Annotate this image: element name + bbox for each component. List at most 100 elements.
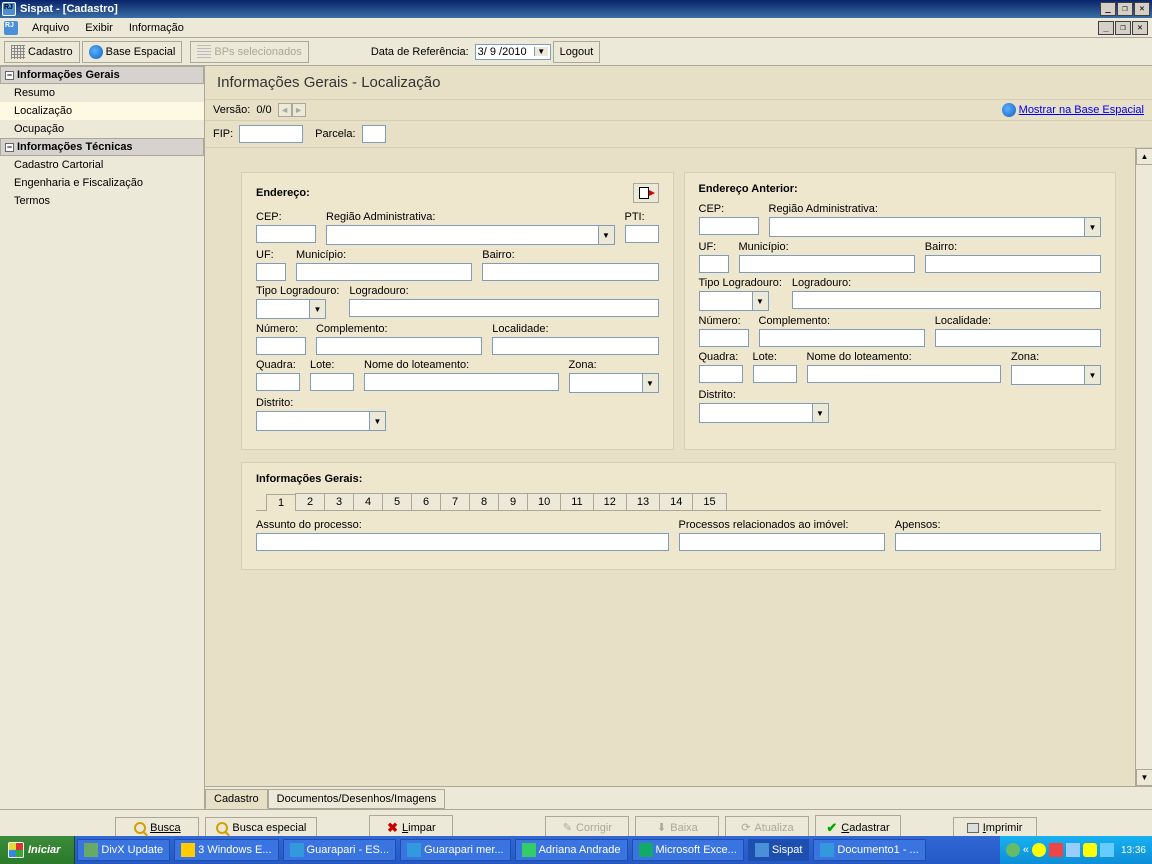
info-tab-9[interactable]: 9 <box>498 493 528 510</box>
mdi-restore-button[interactable]: ❐ <box>1115 21 1131 35</box>
distrito-ant-combo[interactable]: ▼ <box>699 403 829 423</box>
restore-button[interactable]: ❐ <box>1117 2 1133 16</box>
sidebar-group-informacoes-tecnicas[interactable]: −Informações Técnicas <box>0 138 204 156</box>
taskbar-item[interactable]: Sispat <box>748 839 810 861</box>
info-tab-8[interactable]: 8 <box>469 493 499 510</box>
sidebar-item-ocupacao[interactable]: Ocupação <box>0 120 204 138</box>
export-endereco-button[interactable] <box>633 183 659 203</box>
data-referencia-combo[interactable]: 3/ 9 /2010▼ <box>475 44 551 60</box>
tray-chat-icon[interactable] <box>1083 843 1097 857</box>
localidade-input[interactable] <box>492 337 658 355</box>
taskbar-item[interactable]: Adriana Andrade <box>515 839 628 861</box>
localidade-ant-input[interactable] <box>935 329 1101 347</box>
sidebar-item-termos[interactable]: Termos <box>0 192 204 210</box>
sidebar-item-localizacao[interactable]: Localização <box>0 102 204 120</box>
info-tab-2[interactable]: 2 <box>295 493 325 510</box>
info-tab-12[interactable]: 12 <box>593 493 627 510</box>
next-version-button[interactable]: ► <box>292 103 306 117</box>
logradouro-ant-input[interactable] <box>792 291 1101 309</box>
start-button[interactable]: Iniciar <box>0 836 75 864</box>
pti-input[interactable] <box>625 225 659 243</box>
municipio-input[interactable] <box>296 263 472 281</box>
logout-button[interactable]: Logout <box>553 41 601 63</box>
sidebar-item-cadastro-cartorial[interactable]: Cadastro Cartorial <box>0 156 204 174</box>
sidebar-item-engenharia[interactable]: Engenharia e Fiscalização <box>0 174 204 192</box>
menu-arquivo[interactable]: Arquivo <box>24 20 77 36</box>
logradouro-input[interactable] <box>349 299 658 317</box>
info-tab-15[interactable]: 15 <box>692 493 726 510</box>
tray-help-icon[interactable] <box>1006 843 1020 857</box>
info-tab-5[interactable]: 5 <box>382 493 412 510</box>
tipo-logradouro-ant-combo[interactable]: ▼ <box>699 291 769 311</box>
quadra-ant-input[interactable] <box>699 365 743 383</box>
taskbar-item[interactable]: Guarapari mer... <box>400 839 510 861</box>
tray-volume-icon[interactable] <box>1066 843 1080 857</box>
tray-network-icon[interactable] <box>1100 843 1114 857</box>
prev-version-button[interactable]: ◄ <box>278 103 292 117</box>
toolbar-bps-selecionados[interactable]: BPs selecionados <box>190 41 308 63</box>
bairro-ant-input[interactable] <box>925 255 1101 273</box>
uf-ant-input[interactable] <box>699 255 729 273</box>
menu-exibir[interactable]: Exibir <box>77 20 121 36</box>
taskbar-item[interactable]: Microsoft Exce... <box>632 839 744 861</box>
sidebar-item-resumo[interactable]: Resumo <box>0 84 204 102</box>
cep-ant-input[interactable] <box>699 217 759 235</box>
complemento-ant-input[interactable] <box>759 329 925 347</box>
menu-informacao[interactable]: Informação <box>121 20 192 36</box>
info-tab-7[interactable]: 7 <box>440 493 470 510</box>
mdi-minimize-button[interactable]: _ <box>1098 21 1114 35</box>
bairro-input[interactable] <box>482 263 658 281</box>
complemento-input[interactable] <box>316 337 482 355</box>
quadra-input[interactable] <box>256 373 300 391</box>
regiao-combo[interactable]: ▼ <box>326 225 615 245</box>
lote-ant-input[interactable] <box>753 365 797 383</box>
tab-documentos[interactable]: Documentos/Desenhos/Imagens <box>268 789 446 809</box>
municipio-ant-input[interactable] <box>739 255 915 273</box>
clock[interactable]: 13:36 <box>1121 845 1146 856</box>
numero-input[interactable] <box>256 337 306 355</box>
zona-ant-combo[interactable]: ▼ <box>1011 365 1101 385</box>
tray-shield-icon[interactable] <box>1049 843 1063 857</box>
distrito-combo[interactable]: ▼ <box>256 411 386 431</box>
info-tab-11[interactable]: 11 <box>560 493 593 510</box>
taskbar-item[interactable]: Documento1 - ... <box>813 839 925 861</box>
nome-loteamento-input[interactable] <box>364 373 559 391</box>
mdi-close-button[interactable]: ✕ <box>1132 21 1148 35</box>
tray-bulb-icon[interactable] <box>1032 843 1046 857</box>
info-tab-6[interactable]: 6 <box>411 493 441 510</box>
close-button[interactable]: ✕ <box>1134 2 1150 16</box>
processos-relacionados-input[interactable] <box>679 533 885 551</box>
taskbar-item[interactable]: 3 Windows E... <box>174 839 278 861</box>
tab-cadastro[interactable]: Cadastro <box>205 789 268 809</box>
lote-input[interactable] <box>310 373 354 391</box>
numero-ant-input[interactable] <box>699 329 749 347</box>
info-tab-4[interactable]: 4 <box>353 493 383 510</box>
mostrar-base-espacial-link[interactable]: Mostrar na Base Espacial <box>1002 103 1144 117</box>
info-tab-1[interactable]: 1 <box>266 494 296 511</box>
cep-input[interactable] <box>256 225 316 243</box>
info-tab-14[interactable]: 14 <box>659 493 693 510</box>
nome-loteamento-ant-input[interactable] <box>807 365 1002 383</box>
regiao-ant-combo[interactable]: ▼ <box>769 217 1102 237</box>
scroll-down-button[interactable]: ▼ <box>1136 769 1152 786</box>
minimize-button[interactable]: _ <box>1100 2 1116 16</box>
fip-input[interactable] <box>239 125 303 143</box>
toolbar-base-espacial[interactable]: Base Espacial <box>82 41 183 63</box>
sidebar-group-informacoes-gerais[interactable]: −Informações Gerais <box>0 66 204 84</box>
taskbar-item[interactable]: Guarapari - ES... <box>283 839 397 861</box>
info-tab-10[interactable]: 10 <box>527 493 561 510</box>
scroll-up-button[interactable]: ▲ <box>1136 148 1152 165</box>
system-tray[interactable]: « 13:36 <box>1000 836 1152 864</box>
toolbar-cadastro[interactable]: Cadastro <box>4 41 80 63</box>
scrollbar[interactable]: ▲ ▼ <box>1135 148 1152 786</box>
uf-input[interactable] <box>256 263 286 281</box>
info-tab-3[interactable]: 3 <box>324 493 354 510</box>
assunto-processo-input[interactable] <box>256 533 669 551</box>
fip-bar: FIP: Parcela: <box>205 121 1152 148</box>
taskbar-item[interactable]: DivX Update <box>77 839 170 861</box>
tipo-logradouro-combo[interactable]: ▼ <box>256 299 326 319</box>
zona-combo[interactable]: ▼ <box>569 373 659 393</box>
parcela-input[interactable] <box>362 125 386 143</box>
apensos-input[interactable] <box>895 533 1101 551</box>
info-tab-13[interactable]: 13 <box>626 493 660 510</box>
